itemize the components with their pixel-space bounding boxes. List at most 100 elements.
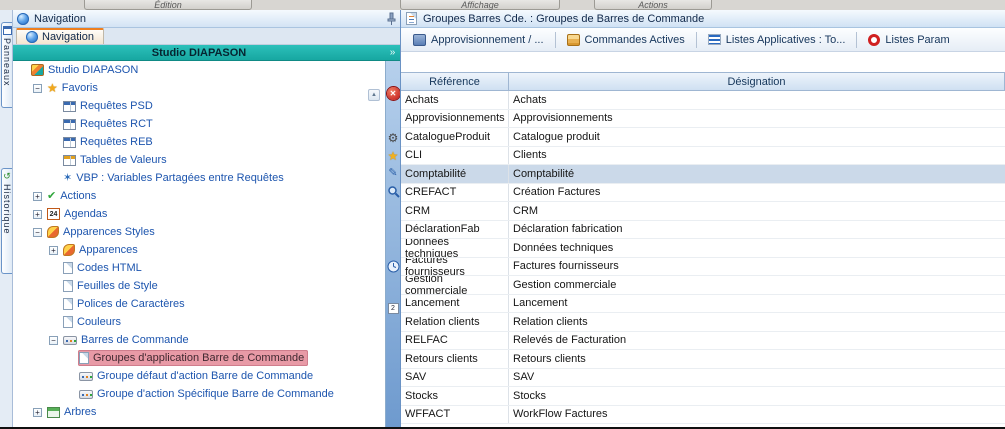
expand-icon[interactable]: +	[33, 210, 42, 219]
table-row[interactable]: AchatsAchats	[401, 91, 1005, 110]
tree-node[interactable]: ✶VBP : Variables Partagées entre Requête…	[62, 170, 288, 186]
favorite-star-icon[interactable]: ★	[388, 150, 399, 162]
collapse-icon[interactable]: −	[33, 228, 42, 237]
side-tab-historique[interactable]: ↺ Historique	[1, 168, 12, 274]
tree-item[interactable]: + ✔Actions	[13, 187, 385, 205]
table-row[interactable]: LancementLancement	[401, 295, 1005, 314]
tree-node[interactable]: Apparences Styles	[46, 224, 159, 240]
search-icon[interactable]	[387, 185, 400, 198]
navigation-title-bar: Navigation	[13, 10, 400, 28]
panels-icon	[3, 26, 12, 35]
expand-icon[interactable]: +	[33, 192, 42, 201]
tree-node[interactable]: Requêtes RCT	[62, 116, 157, 132]
tree-item[interactable]: −Barres de Commande	[13, 331, 385, 349]
cell-reference: CRM	[401, 202, 509, 220]
tab-navigation[interactable]: Navigation	[16, 28, 104, 44]
tree-item-label: Apparences Styles	[63, 226, 155, 238]
history-clock-icon[interactable]	[387, 260, 400, 273]
table-row[interactable]: Factures fournisseursFactures fournisseu…	[401, 258, 1005, 277]
table-row[interactable]: SAVSAV	[401, 369, 1005, 388]
side-tab-panneaux-label: Panneaux	[2, 38, 12, 87]
toolbar-button[interactable]: Approvisionnement / ...	[407, 32, 550, 48]
tree-item[interactable]: ✶VBP : Variables Partagées entre Requête…	[13, 169, 385, 187]
tree-item[interactable]: + Arbres	[13, 403, 385, 421]
cell-reference: Achats	[401, 91, 509, 109]
table-row[interactable]: WFFACTWorkFlow Factures	[401, 406, 1005, 425]
tree-node[interactable]: Barres de Commande	[62, 332, 193, 348]
scroll-up-button[interactable]: ▲	[368, 89, 380, 101]
toolbar-button[interactable]: Listes Applicatives : To...	[702, 32, 852, 48]
tree-item[interactable]: Feuilles de Style	[13, 277, 385, 295]
tree-item-label: Arbres	[64, 406, 96, 418]
tree-item[interactable]: − Apparences Styles	[13, 223, 385, 241]
tree-item[interactable]: Studio DIAPASON	[13, 61, 385, 79]
tree-item[interactable]: Couleurs	[13, 313, 385, 331]
table-row[interactable]: ApprovisionnementsApprovisionnements	[401, 110, 1005, 129]
side-tab-panneaux[interactable]: Panneaux	[1, 22, 12, 108]
tree-node[interactable]: Studio DIAPASON	[30, 62, 142, 78]
tree-node[interactable]: Groupe d'action Spécifique Barre de Comm…	[78, 386, 338, 402]
table-row[interactable]: Relation clientsRelation clients	[401, 313, 1005, 332]
menu-actions[interactable]: Actions	[594, 0, 712, 10]
tree-node[interactable]: Requêtes PSD	[62, 98, 157, 114]
table-row[interactable]: Retours clientsRetours clients	[401, 350, 1005, 369]
toolbar-button[interactable]: Listes Param	[862, 32, 955, 48]
tree-node[interactable]: Arbres	[46, 404, 100, 420]
gear-icon[interactable]: ⚙	[388, 132, 399, 144]
cell-reference: CLI	[401, 147, 509, 165]
tree-node[interactable]: Tables de Valeurs	[62, 152, 171, 168]
tree-node[interactable]: 24Agendas	[46, 206, 111, 222]
expand-icon[interactable]: +	[33, 408, 42, 417]
globe-icon	[17, 13, 29, 25]
tree-item[interactable]: Requêtes REB	[13, 133, 385, 151]
tree-item-label: Groupe d'action Spécifique Barre de Comm…	[97, 388, 334, 400]
close-icon[interactable]: ✕	[387, 87, 400, 100]
tree-node[interactable]: Requêtes REB	[62, 134, 157, 150]
tree-node[interactable]: Codes HTML	[62, 260, 146, 276]
tree-node[interactable]: Feuilles de Style	[62, 278, 162, 294]
tree-node[interactable]: ✔Actions	[46, 188, 100, 204]
menu-affichage[interactable]: Affichage	[400, 0, 560, 10]
collapse-icon[interactable]: −	[33, 84, 42, 93]
table-row[interactable]: CLIClients	[401, 147, 1005, 166]
table-row[interactable]: CREFACTCréation Factures	[401, 184, 1005, 203]
table-row[interactable]: DéclarationFabDéclaration fabrication	[401, 221, 1005, 240]
tree-item[interactable]: Polices de Caractères	[13, 295, 385, 313]
collapse-button[interactable]: »	[385, 45, 400, 61]
tree-item[interactable]: Groupe d'action Spécifique Barre de Comm…	[13, 385, 385, 403]
collapse-icon[interactable]: −	[49, 336, 58, 345]
pin-icon[interactable]	[387, 12, 396, 26]
menu-edition[interactable]: Édition	[84, 0, 252, 10]
tree-item[interactable]: +24Agendas	[13, 205, 385, 223]
calendar-icon[interactable]: 2	[388, 303, 399, 314]
table-row[interactable]: CatalogueProduitCatalogue produit	[401, 128, 1005, 147]
column-header-designation[interactable]: Désignation	[509, 72, 1005, 91]
tree-node[interactable]: Polices de Caractères	[62, 296, 189, 312]
tree-item[interactable]: Codes HTML	[13, 259, 385, 277]
toolbar-button[interactable]: Commandes Actives	[561, 32, 691, 48]
edit-icon[interactable]: ✎	[388, 168, 397, 179]
table-row[interactable]: StocksStocks	[401, 387, 1005, 406]
tree-item[interactable]: Requêtes RCT	[13, 115, 385, 133]
table-row[interactable]: Données techniquesDonnées techniques	[401, 239, 1005, 258]
tree-item[interactable]: Groupes d'application Barre de Commande	[13, 349, 385, 367]
cell-designation: Déclaration fabrication	[509, 221, 1005, 239]
table-row[interactable]: RELFACRelevés de Facturation	[401, 332, 1005, 351]
table-row[interactable]: CRMCRM	[401, 202, 1005, 221]
table-row[interactable]: Gestion commercialeGestion commerciale	[401, 276, 1005, 295]
tree-node[interactable]: Groupes d'application Barre de Commande	[78, 350, 308, 366]
column-header-reference[interactable]: Référence	[401, 72, 509, 91]
tree-node[interactable]: Apparences	[62, 242, 142, 258]
tree-node[interactable]: Couleurs	[62, 314, 125, 330]
expand-icon[interactable]: +	[49, 246, 58, 255]
tree-node[interactable]: Groupe défaut d'action Barre de Commande	[78, 368, 317, 384]
tree-item[interactable]: −★Favoris	[13, 79, 385, 97]
tree-item[interactable]: Requêtes PSD	[13, 97, 385, 115]
tree-item[interactable]: Groupe défaut d'action Barre de Commande	[13, 367, 385, 385]
table-row[interactable]: ComptabilitéComptabilité	[401, 165, 1005, 184]
page-icon	[63, 298, 73, 310]
tree-item[interactable]: Tables de Valeurs	[13, 151, 385, 169]
tree-item[interactable]: + Apparences	[13, 241, 385, 259]
tree-node[interactable]: ★Favoris	[46, 80, 102, 96]
tree-item-label: Groupe défaut d'action Barre de Commande	[97, 370, 313, 382]
